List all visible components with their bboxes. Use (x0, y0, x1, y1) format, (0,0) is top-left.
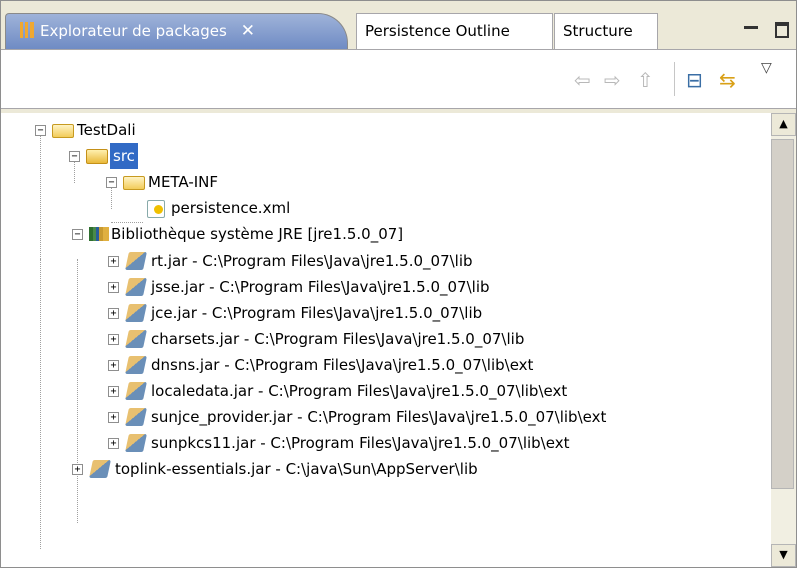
tree-item-label: META-INF (148, 173, 219, 191)
jar-icon (125, 408, 147, 426)
collapse-icon[interactable]: − (106, 177, 117, 188)
view-tab-bar: Explorateur de packages ✕ Persistence Out… (1, 1, 796, 49)
expand-icon[interactable]: + (108, 412, 119, 423)
tab-structure[interactable]: Structure (554, 13, 658, 49)
jar-icon (125, 304, 147, 322)
tree-connector (77, 259, 78, 523)
jar-icon (125, 252, 147, 270)
tree-item-label: localedata.jar - C:\Program Files\Java\j… (151, 382, 568, 400)
tree-item-label: Bibliothèque système JRE [jre1.5.0_07] (111, 225, 404, 243)
tree-connector (40, 131, 41, 259)
vertical-scrollbar[interactable]: ▲ ▼ (771, 113, 796, 567)
expand-icon[interactable]: + (108, 256, 119, 267)
scroll-down-icon[interactable]: ▼ (771, 544, 796, 567)
tab-structure-label: Structure (563, 22, 633, 40)
view-toolbar: ⇦ ⇨ ⇧ ⊟ ⇆ ▽ (1, 49, 796, 109)
package-explorer-icon (20, 22, 34, 38)
package-explorer-view: Explorateur de packages ✕ Persistence Out… (0, 0, 797, 568)
jar-icon (125, 382, 147, 400)
tree-item-label: dnsns.jar - C:\Program Files\Java\jre1.5… (151, 356, 534, 374)
jar-icon (125, 330, 147, 348)
jar-icon (125, 434, 147, 452)
expand-icon[interactable]: + (108, 438, 119, 449)
minimize-icon[interactable] (744, 23, 758, 29)
expand-icon[interactable]: + (108, 360, 119, 371)
tree-item-label: sunjce_provider.jar - C:\Program Files\J… (151, 408, 607, 426)
tree-item-label: src (110, 143, 138, 169)
tree-item-label: persistence.xml (171, 199, 291, 217)
tab-persistence-outline[interactable]: Persistence Outline (356, 13, 553, 49)
view-menu-icon[interactable]: ▽ (761, 60, 772, 76)
jar-icon (125, 278, 147, 296)
back-arrow-icon[interactable]: ⇦ (574, 68, 591, 92)
tree-item-label: charsets.jar - C:\Program Files\Java\jre… (151, 330, 525, 348)
tree-item-label: jsse.jar - C:\Program Files\Java\jre1.5.… (151, 278, 490, 296)
collapse-icon[interactable]: − (35, 125, 46, 136)
scroll-up-icon[interactable]: ▲ (771, 113, 796, 136)
scrollbar-thumb[interactable] (771, 139, 794, 489)
folder-icon (123, 176, 145, 190)
forward-arrow-icon[interactable]: ⇨ (604, 68, 621, 92)
tree-item-label: TestDali (77, 121, 136, 139)
source-folder-icon (86, 149, 108, 164)
project-folder-icon (52, 124, 74, 138)
tab-package-explorer-label: Explorateur de packages (40, 22, 227, 40)
collapse-all-icon[interactable]: ⊟ (686, 68, 703, 92)
maximize-icon[interactable] (775, 22, 789, 38)
expand-icon[interactable]: + (72, 464, 83, 475)
expand-icon[interactable]: + (108, 308, 119, 319)
tree-item-label: sunpkcs11.jar - C:\Program Files\Java\jr… (151, 434, 570, 452)
collapse-icon[interactable]: − (69, 151, 80, 162)
expand-icon[interactable]: + (108, 334, 119, 345)
tree-item-label: toplink-essentials.jar - C:\java\Sun\App… (115, 460, 478, 478)
expand-icon[interactable]: + (108, 386, 119, 397)
tree-item-label: jce.jar - C:\Program Files\Java\jre1.5.0… (151, 304, 483, 322)
close-icon[interactable]: ✕ (241, 14, 255, 48)
library-icon (89, 227, 109, 241)
expand-icon[interactable]: + (108, 282, 119, 293)
jar-icon (89, 460, 111, 478)
link-with-editor-icon[interactable]: ⇆ (719, 68, 736, 92)
tab-persistence-outline-label: Persistence Outline (365, 22, 510, 40)
tree-connector (40, 259, 41, 549)
collapse-icon[interactable]: − (72, 229, 83, 240)
toolbar-separator (674, 62, 675, 96)
tree-item-label: rt.jar - C:\Program Files\Java\jre1.5.0_… (151, 252, 473, 270)
xml-file-icon (147, 200, 165, 218)
tab-package-explorer[interactable]: Explorateur de packages ✕ (5, 13, 348, 49)
package-tree: − TestDali − src − META-INF persistence.… (1, 113, 771, 567)
up-folder-icon[interactable]: ⇧ (637, 68, 654, 92)
jar-icon (125, 356, 147, 374)
